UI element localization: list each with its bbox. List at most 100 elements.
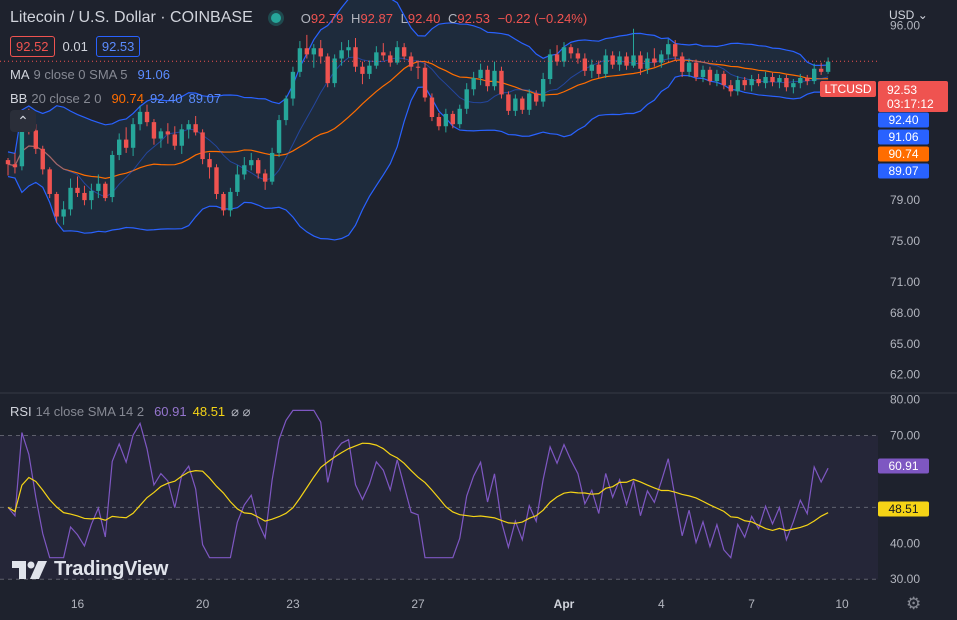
rsi-params: 14 close SMA 14 2 [35,404,145,419]
rsi-name: RSI [10,404,32,419]
candle-body [130,124,136,148]
candle [228,187,233,217]
candle-body [617,56,622,65]
candle-body [283,98,289,121]
candle-body [520,98,525,110]
candle-body [172,134,177,146]
candle-body [123,139,129,148]
symbol-title[interactable]: Litecoin / U.S. Dollar · COINBASE [10,9,253,27]
sell-price-button[interactable]: 92.52 [10,36,55,57]
rsi-value: 60.91 [154,404,187,419]
candle-body [325,56,330,84]
candle-body [450,113,455,125]
low-label: L [400,10,408,26]
bb-lower-tag: 89.07 [888,164,918,178]
chevron-up-icon: ⌃ [17,113,29,129]
tradingview-logo: TradingView [12,558,168,581]
bb-legend[interactable]: BB 20 close 2 0 90.74 92.40 89.07 [10,91,221,106]
candle-body [679,56,685,72]
candle-body [89,190,94,201]
candle-body [415,66,421,68]
candle-body [652,58,657,63]
price-tick-label: 68.00 [890,306,920,320]
close-value: 92.53 [457,10,490,26]
time-tick-label: 10 [835,597,849,611]
candle-body [791,83,796,88]
rsi-tick-label: 70.00 [890,429,920,443]
candle-body [798,78,803,84]
candle-body [367,65,372,74]
collapse-legend-button[interactable]: ⌃ [10,110,36,132]
candle-body [179,129,184,146]
open-label: O [300,10,311,26]
candle-body [33,130,38,149]
candle-body [645,58,650,69]
time-tick-label: 16 [71,597,85,611]
candle-body [256,160,261,174]
candle-body [471,78,476,90]
time-tick-label: 4 [658,597,665,611]
candle [276,114,282,158]
ma-name: MA [10,67,30,82]
candle [325,53,330,88]
ma-value: 91.06 [137,67,170,82]
change-value: −0.22 (−0.24%) [497,10,588,26]
candle-body [75,187,80,193]
candle-body [61,209,66,217]
candle [825,57,831,74]
price-tick-label: 62.00 [890,368,920,382]
ma-params: 9 close 0 SMA 5 [33,67,128,82]
candle-body [478,69,483,78]
candle-body [464,89,469,109]
candle-body [381,52,386,56]
open-value: 92.79 [310,10,344,26]
candle-body [610,55,615,65]
candle-body [700,69,706,77]
bid-ask-row: 92.52 0.01 92.53 [10,36,141,57]
ma-tag: 91.06 [888,130,918,144]
candle-body [110,154,115,198]
candle [47,167,52,199]
candle-body [568,47,574,54]
candle [429,93,435,122]
candle-body [158,131,164,139]
price-tick-label: 65.00 [890,337,920,351]
candle-body [47,169,52,194]
candle-body [40,148,45,170]
candle [221,191,226,216]
ma-legend[interactable]: MA 9 close 0 SMA 5 91.06 [10,67,170,82]
candle-body [686,62,692,72]
candle-body [638,55,643,69]
candle-body [193,124,198,133]
time-tick-label: Apr [554,597,575,611]
candle-body [332,58,337,84]
candle-body [54,193,59,217]
candle-body [200,132,205,160]
candle-body [443,113,449,127]
candle-body [582,58,588,71]
candle-body [429,97,435,117]
candle-body [485,69,490,87]
brand-name: TradingView [54,558,169,580]
bb-basis-tag: 90.74 [888,147,918,161]
candle-body [742,80,747,86]
high-value: 92.87 [360,10,393,26]
candle-body [457,108,462,125]
candle [499,66,504,99]
bb-upper-tag: 92.40 [888,113,918,127]
rsi-legend[interactable]: RSI 14 close SMA 14 2 60.91 48.51 ⌀ ⌀ [10,404,250,420]
candle-body [422,67,428,98]
rsi-sma-value: 48.51 [192,404,226,419]
candle-body [151,122,157,139]
candle-body [401,47,407,57]
settings-gear-icon[interactable]: ⚙ [906,594,921,614]
currency-select[interactable]: USD ⌄ [889,8,928,22]
candle [332,54,337,88]
buy-price-button[interactable]: 92.53 [95,36,141,57]
candle-body [756,79,761,84]
currency-label: USD [889,8,915,22]
close-label: C [448,10,458,26]
candle-body [825,61,831,72]
price-tick-label: 75.00 [890,234,920,248]
candle-body [818,68,824,72]
